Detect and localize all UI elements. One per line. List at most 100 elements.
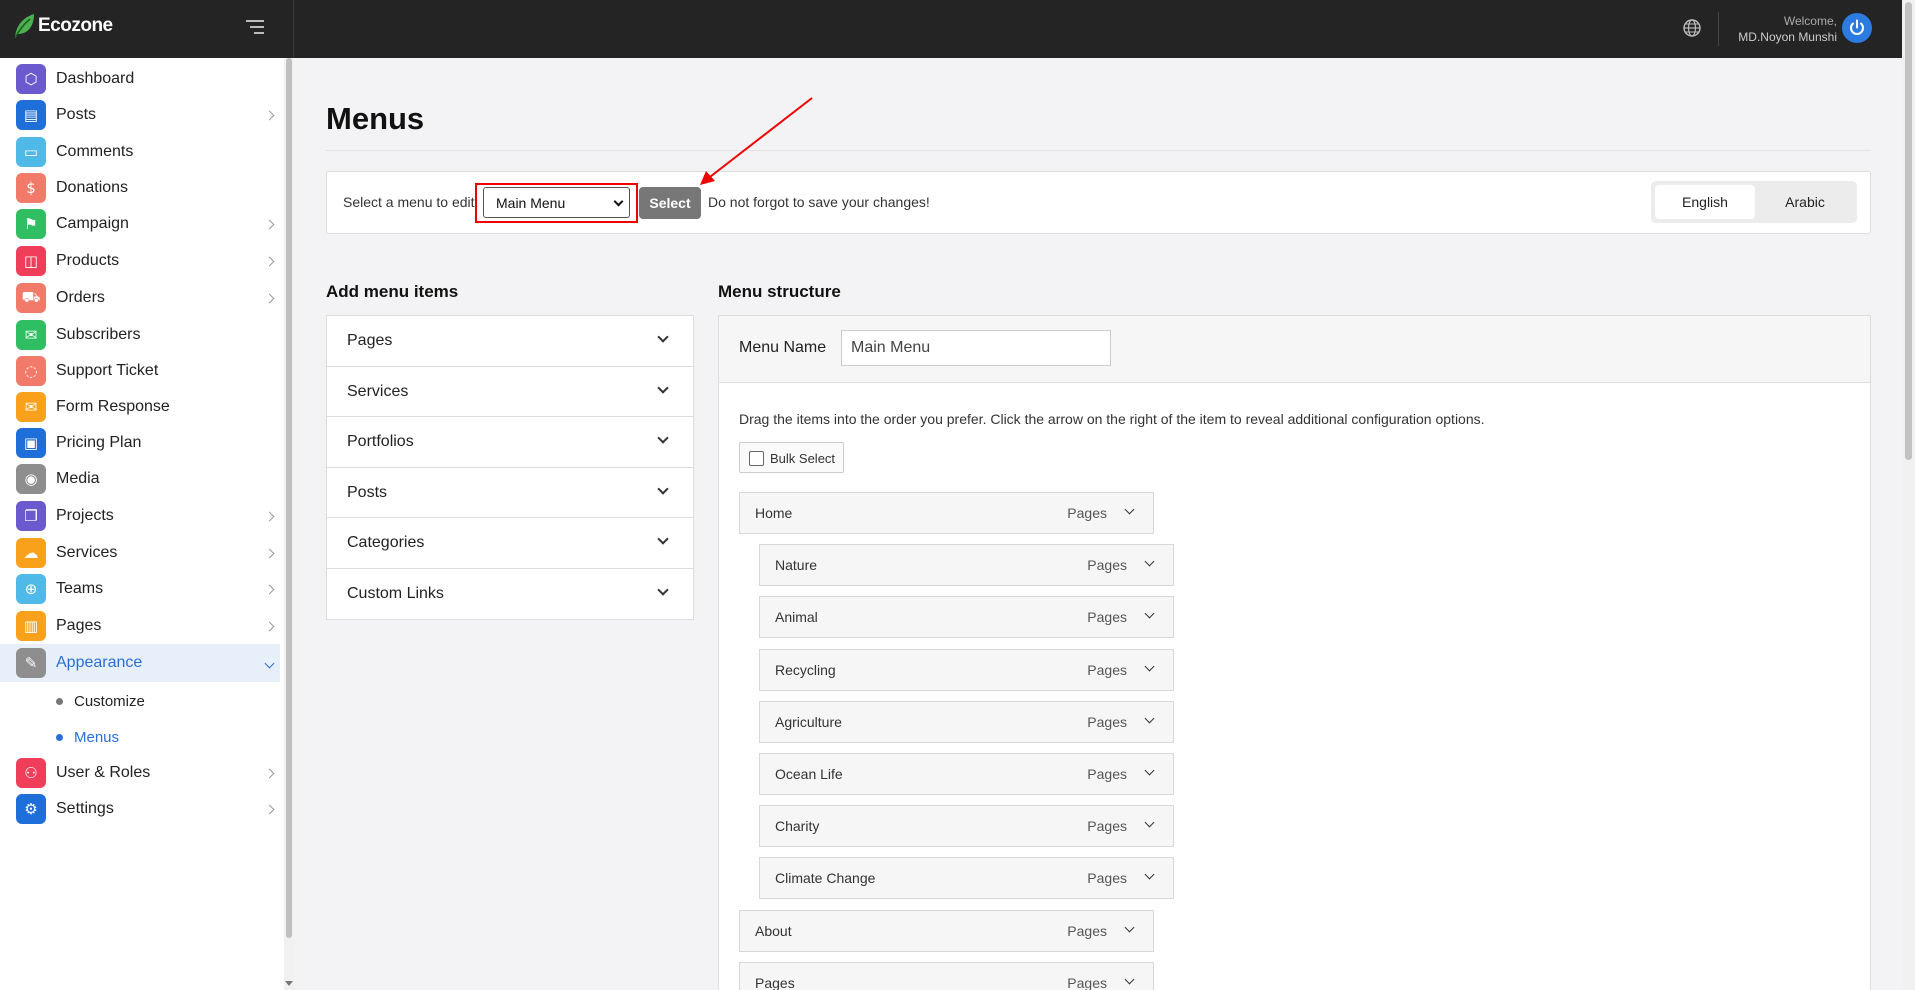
logo[interactable]: Ecozone <box>12 12 113 40</box>
sidebar-item-comments[interactable]: ▭ Comments <box>0 133 280 171</box>
sidebar-item-form-response[interactable]: ✉ Form Response <box>0 388 280 426</box>
menu-item[interactable]: Ocean Life Pages <box>759 753 1174 795</box>
bulk-select-label: Bulk Select <box>770 451 836 466</box>
accordion-posts[interactable]: Posts <box>327 468 693 518</box>
sidebar-item-label: Support Ticket <box>56 362 159 379</box>
sidebar-item-campaign[interactable]: ⚑ Campaign <box>0 205 280 243</box>
sidebar-item-label: Dashboard <box>56 70 135 87</box>
cart-icon: ⛟ <box>16 283 46 313</box>
gear-icon: ⚙ <box>16 794 46 824</box>
chevron-down-icon[interactable] <box>1124 922 1135 933</box>
chevron-down-icon <box>613 196 624 207</box>
menu-item-label: Animal <box>775 609 818 625</box>
menu-item[interactable]: Agriculture Pages <box>759 701 1174 743</box>
accordion-label: Posts <box>347 483 388 501</box>
page-scrollbar[interactable] <box>1902 0 1915 990</box>
chevron-down-icon[interactable] <box>1144 556 1155 567</box>
power-icon[interactable] <box>1842 13 1872 43</box>
money-bag-icon: $ <box>16 173 46 203</box>
menu-item[interactable]: Charity Pages <box>759 805 1174 847</box>
sidebar-subitem-customize[interactable]: Customize <box>0 684 280 718</box>
menu-item-type: Pages <box>1067 923 1107 939</box>
chevron-down-icon[interactable] <box>1124 504 1135 515</box>
plus-circle-icon: ⊕ <box>16 574 46 604</box>
chevron-down-icon[interactable] <box>1144 608 1155 619</box>
menu-item[interactable]: Climate Change Pages <box>759 857 1174 899</box>
sidebar-item-label: Teams <box>56 580 104 597</box>
menu-item-type: Pages <box>1087 662 1127 678</box>
leaf-logo-icon <box>14 14 34 39</box>
chevron-down-icon[interactable] <box>1124 974 1135 985</box>
sidebar-item-products[interactable]: ◫ Products <box>0 242 280 280</box>
tab-arabic[interactable]: Arabic <box>1755 185 1855 219</box>
accordion-label: Pages <box>347 332 393 349</box>
sidebar-scrollbar[interactable] <box>284 58 294 990</box>
sidebar-item-dashboard[interactable]: ⬡ Dashboard <box>0 60 280 98</box>
sidebar-item-settings[interactable]: ⚙ Settings <box>0 790 280 828</box>
sidebar-item-label: Products <box>56 252 120 269</box>
chevron-down-icon[interactable] <box>1144 765 1155 776</box>
sidebar-item-orders[interactable]: ⛟ Orders <box>0 279 280 317</box>
annotation-arrow <box>700 97 813 185</box>
accordion-custom-links[interactable]: Custom Links <box>327 569 693 620</box>
sidebar-subitem-menus[interactable]: Menus <box>0 720 280 754</box>
sidebar-item-subscribers[interactable]: ✉ Subscribers <box>0 316 280 354</box>
drag-help-text: Drag the items into the order you prefer… <box>739 411 1485 427</box>
chevron-down-icon[interactable] <box>1144 661 1155 672</box>
chevron-down-icon[interactable] <box>1144 817 1155 828</box>
chevron-right-icon <box>264 511 275 521</box>
menu-select-value: Main Menu <box>496 194 566 211</box>
menu-name-input[interactable]: Main Menu <box>841 330 1111 366</box>
menu-item[interactable]: Home Pages <box>739 492 1154 534</box>
sidebar-item-donations[interactable]: $ Donations <box>0 169 280 207</box>
bulk-select-button[interactable]: Bulk Select <box>739 442 844 473</box>
globe-icon[interactable] <box>1682 18 1702 38</box>
add-menu-items-heading: Add menu items <box>326 282 459 301</box>
bullet-icon <box>56 733 63 741</box>
sidebar-toggle-icon[interactable] <box>246 20 268 36</box>
camera-icon: ◉ <box>16 464 46 494</box>
menu-item[interactable]: Animal Pages <box>759 596 1174 638</box>
chevron-down-icon <box>657 381 669 394</box>
accordion-categories[interactable]: Categories <box>327 518 693 569</box>
chevron-right-icon <box>264 219 275 229</box>
chevron-right-icon <box>264 804 275 814</box>
chevron-down-icon[interactable] <box>1144 869 1155 880</box>
sidebar-item-pages[interactable]: ▥ Pages <box>0 607 280 645</box>
chevron-down-icon[interactable] <box>1144 713 1155 724</box>
menu-item-type: Pages <box>1067 975 1107 990</box>
sidebar-item-posts[interactable]: ▤ Posts <box>0 96 280 134</box>
menu-select-dropdown[interactable]: Main Menu <box>483 187 630 218</box>
menu-item[interactable]: Nature Pages <box>759 544 1174 586</box>
sidebar-item-services[interactable]: ☁ Services <box>0 534 280 572</box>
chevron-right-icon <box>264 584 275 594</box>
sidebar-item-media[interactable]: ◉ Media <box>0 460 280 498</box>
cube-icon: ⬡ <box>16 64 46 94</box>
accordion-services[interactable]: Services <box>327 367 693 417</box>
page-title: Menus <box>326 101 425 136</box>
tab-english[interactable]: English <box>1655 185 1755 219</box>
sidebar-item-teams[interactable]: ⊕ Teams <box>0 570 280 608</box>
copy-icon: ❐ <box>16 501 46 531</box>
support-chat-icon: ◌ <box>16 356 46 386</box>
menu-item-type: Pages <box>1087 870 1127 886</box>
sidebar-item-support-ticket[interactable]: ◌ Support Ticket <box>0 352 280 390</box>
accordion-label: Portfolios <box>347 433 414 450</box>
menu-item-label: Nature <box>775 557 818 573</box>
menu-item[interactable]: About Pages <box>739 910 1154 952</box>
accordion-pages[interactable]: Pages <box>327 316 693 367</box>
sidebar-item-appearance[interactable]: ✎ Appearance <box>0 644 280 682</box>
sidebar-item-user-roles[interactable]: ⚇ User & Roles <box>0 754 280 792</box>
accordion-label: Custom Links <box>347 584 444 602</box>
bulk-select-checkbox[interactable] <box>749 451 764 466</box>
accordion-portfolios[interactable]: Portfolios <box>327 417 693 468</box>
inbox-icon: ▥ <box>16 611 46 641</box>
sidebar-item-projects[interactable]: ❐ Projects <box>0 497 280 535</box>
sidebar-item-pricing-plan[interactable]: ▣ Pricing Plan <box>0 424 280 462</box>
menu-item[interactable]: Recycling Pages <box>759 649 1174 691</box>
banknote-icon: ▣ <box>16 428 46 458</box>
cloud-icon: ☁ <box>16 538 46 568</box>
sidebar-subitem-label: Menus <box>74 728 120 746</box>
menu-item[interactable]: Pages Pages <box>739 962 1154 990</box>
accordion-label: Services <box>347 382 409 400</box>
